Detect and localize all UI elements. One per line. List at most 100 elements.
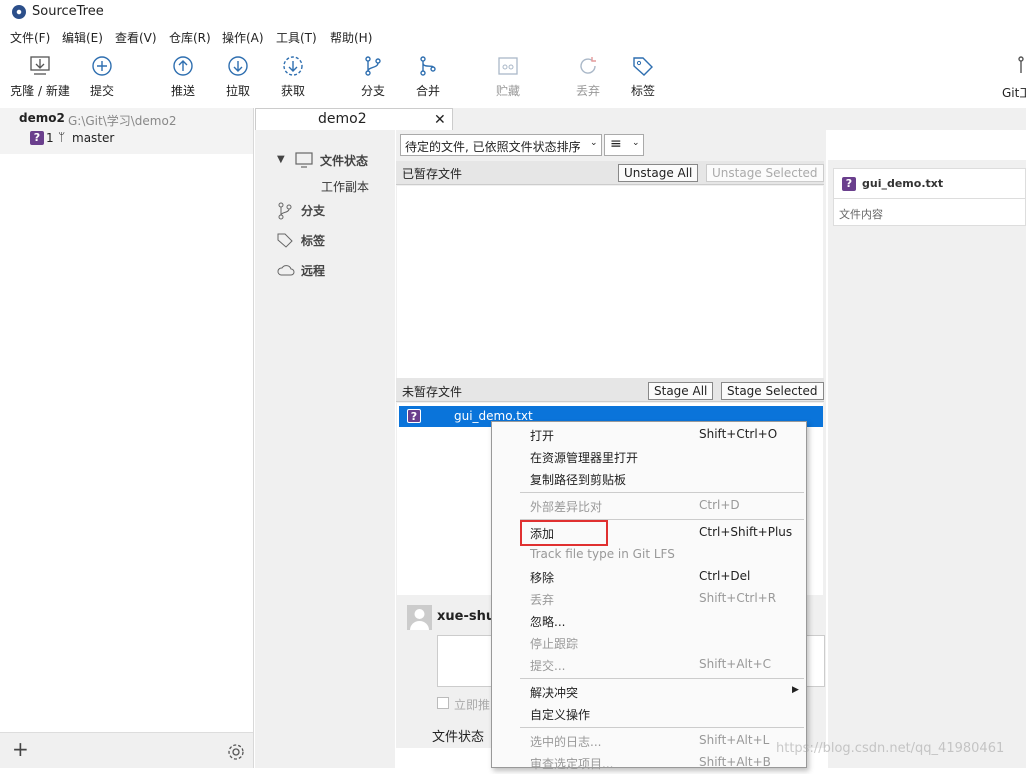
merge-icon (420, 56, 436, 76)
stage-selected-button[interactable]: Stage Selected (721, 382, 824, 400)
menu-item-external-diff[interactable]: 外部差异比对 Ctrl+D (492, 495, 806, 517)
add-repository-icon[interactable]: + (12, 737, 29, 761)
menu-item-remove[interactable]: 移除 Ctrl+Del (492, 566, 806, 588)
push-immediately-label: 立即推 (454, 698, 491, 712)
tab-title: demo2 (318, 111, 367, 127)
sort-dropdown[interactable]: 待定的文件, 已依照文件状态排序 ⌄ (400, 134, 602, 156)
menu-item-shortcut: Ctrl+Shift+Plus (699, 525, 793, 539)
pull-label: 拉取 (225, 84, 250, 98)
chevron-down-icon[interactable]: ▼ (277, 154, 285, 165)
menu-separator (520, 727, 804, 728)
tag-button[interactable]: 标签 (613, 54, 673, 99)
commit-button[interactable]: 提交 (72, 54, 132, 99)
menu-item-label: Track file type in Git LFS (530, 547, 675, 561)
commit-author: xue-shu (437, 609, 496, 624)
git-flow-button[interactable]: Git工 (995, 54, 1026, 100)
stash-icon (498, 57, 518, 75)
fetch-button[interactable]: 获取 (263, 54, 323, 99)
menu-item-track-lfs[interactable]: Track file type in Git LFS (492, 544, 806, 566)
preview-filename: gui_demo.txt (862, 177, 944, 190)
menu-item-commit[interactable]: 提交... Shift+Alt+C (492, 654, 806, 676)
menu-separator (520, 492, 804, 493)
branch-button[interactable]: 分支 (343, 54, 403, 99)
diff-preview-panel: ? gui_demo.txt 文件内容 (828, 160, 1026, 768)
nav-branches[interactable]: 分支 (301, 202, 325, 219)
commit-icon (92, 56, 112, 76)
menu-item-discard[interactable]: 丢弃 Shift+Ctrl+R (492, 588, 806, 610)
tag-label: 标签 (630, 84, 655, 98)
menu-item-resolve-conflicts[interactable]: 解决冲突 ▶ (492, 681, 806, 703)
branch-label: 分支 (360, 84, 385, 98)
menu-repository[interactable]: 仓库(R) (169, 29, 211, 46)
nav-remotes[interactable]: 远程 (301, 262, 325, 279)
sidebar-footer: + (0, 732, 253, 768)
file-status-footer-tab[interactable]: 文件状态 (432, 726, 484, 745)
menu-item-label: 外部差异比对 (530, 500, 603, 514)
pull-button[interactable]: 拉取 (208, 54, 268, 99)
pending-question-icon: ? (30, 131, 44, 145)
unstage-all-button[interactable]: Unstage All (618, 164, 699, 182)
menu-item-blame-selected[interactable]: 审查选定项目... Shift+Alt+B (492, 752, 806, 774)
menu-item-shortcut: Ctrl+Del (699, 569, 751, 583)
nav-tags[interactable]: 标签 (301, 232, 325, 249)
menu-separator (520, 678, 804, 679)
repo-name: demo2 (19, 111, 65, 125)
untracked-question-icon: ? (407, 409, 421, 423)
menu-item-label: 移除 (530, 571, 555, 585)
menu-item-label: 自定义操作 (530, 708, 591, 722)
pending-count: 1 (46, 131, 54, 145)
menu-item-log-selected[interactable]: 选中的日志... Shift+Alt+L (492, 730, 806, 752)
menu-item-custom-actions[interactable]: 自定义操作 (492, 703, 806, 725)
user-silhouette-icon (410, 609, 429, 630)
tab-demo2[interactable]: demo2 ✕ (255, 108, 453, 132)
stash-button[interactable]: 贮藏 (478, 54, 538, 99)
merge-button[interactable]: 合并 (398, 54, 458, 99)
menu-item-label: 审查选定项目... (530, 757, 614, 771)
stage-all-button[interactable]: Stage All (648, 382, 714, 400)
push-label: 推送 (170, 84, 195, 98)
settings-gear-icon[interactable] (226, 742, 246, 762)
list-view-icon: ≡ (610, 136, 622, 152)
push-immediately-checkbox[interactable] (437, 697, 449, 709)
menu-item-open-in-explorer[interactable]: 在资源管理器里打开 (492, 446, 806, 468)
chevron-down-icon: ⌄ (590, 138, 598, 148)
file-context-menu: 打开 Shift+Ctrl+O 在资源管理器里打开 复制路径到剪贴板 外部差异比… (491, 421, 807, 771)
sourcetree-logo-icon (12, 5, 26, 19)
menu-item-ignore[interactable]: 忽略... (492, 610, 806, 632)
menu-item-open[interactable]: 打开 Shift+Ctrl+O (492, 424, 806, 446)
nav-file-status[interactable]: 文件状态 (320, 152, 368, 169)
menu-edit[interactable]: 编辑(E) (62, 29, 103, 46)
watermark: https://blog.csdn.net/qq_41980461 (776, 741, 1005, 756)
tag-nav-icon (277, 233, 293, 248)
title-bar: SourceTree (0, 0, 1026, 26)
staged-file-list[interactable] (397, 186, 823, 378)
menu-item-copy-path[interactable]: 复制路径到剪贴板 (492, 468, 806, 490)
chevron-down-icon: ⌄ (632, 138, 640, 148)
menu-item-label: 在资源管理器里打开 (530, 451, 639, 465)
view-mode-dropdown[interactable]: ≡ ⌄ (604, 134, 644, 156)
menu-view[interactable]: 查看(V) (115, 29, 157, 46)
nav-working-copy[interactable]: 工作副本 (320, 178, 369, 195)
sort-dropdown-value: 待定的文件, 已依照文件状态排序 (405, 140, 581, 154)
commit-label: 提交 (89, 84, 114, 98)
menu-item-label: 复制路径到剪贴板 (530, 473, 627, 487)
menu-tools[interactable]: 工具(T) (276, 29, 317, 46)
menu-item-stop-tracking[interactable]: 停止跟踪 (492, 632, 806, 654)
staged-title: 已暂存文件 (402, 167, 463, 181)
menu-file[interactable]: 文件(F) (10, 29, 50, 46)
unstage-selected-button[interactable]: Unstage Selected (706, 164, 824, 182)
menu-actions[interactable]: 操作(A) (222, 29, 264, 46)
menu-item-label: 选中的日志... (530, 735, 602, 749)
merge-label: 合并 (415, 84, 440, 98)
highlight-box (520, 520, 608, 546)
clone-button[interactable]: 克隆 / 新建 (10, 54, 70, 99)
menu-item-shortcut: Ctrl+D (699, 498, 740, 512)
staged-header: 已暂存文件 Unstage All Unstage Selected (396, 161, 824, 185)
menu-help[interactable]: 帮助(H) (330, 29, 372, 46)
git-flow-icon (1018, 56, 1024, 73)
close-tab-icon[interactable]: ✕ (434, 112, 446, 128)
menu-item-shortcut: Shift+Alt+C (699, 657, 772, 671)
discard-button[interactable]: 丢弃 (558, 54, 618, 99)
repository-entry[interactable]: demo2 G:\Git\学习\demo2 ? 1 ᛘ master (0, 108, 253, 154)
push-button[interactable]: 推送 (153, 54, 213, 99)
